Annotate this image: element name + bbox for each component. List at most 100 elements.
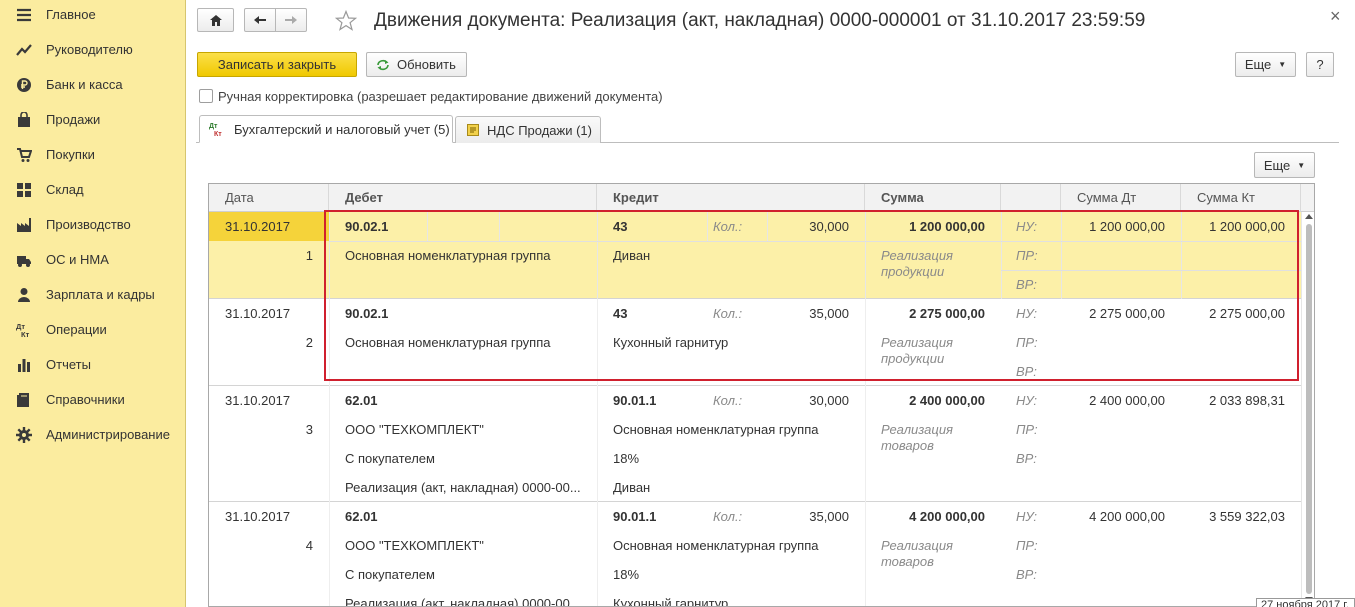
cell-sum-kt: 3 559 322,03 <box>1209 509 1285 524</box>
column-header-sum-dt[interactable]: Сумма Дт <box>1061 184 1181 212</box>
sidebar-item-10[interactable]: Дт Кт Операции <box>0 317 185 343</box>
cell-nu-label: НУ: <box>1016 509 1038 524</box>
favorite-star-icon[interactable] <box>335 10 357 32</box>
sidebar-item-label: Справочники <box>46 392 125 407</box>
shopping-bag-icon <box>16 111 32 128</box>
sidebar-item-label: Склад <box>46 182 84 197</box>
column-header-sum-kt[interactable]: Сумма Кт <box>1181 184 1301 212</box>
trend-chart-icon <box>16 42 32 58</box>
cell-qty-label: Кол.: <box>713 509 743 524</box>
help-button[interactable]: ? <box>1306 52 1334 77</box>
sidebar-item-2[interactable]: Руководителю <box>0 37 185 63</box>
date-tooltip: 27 ноября 2017 г. <box>1256 598 1355 607</box>
cell-sum: 4 200 000,00 <box>909 509 985 524</box>
cell-date: 31.10.2017 <box>225 219 291 234</box>
scrollbar-up-arrow[interactable] <box>1305 214 1313 219</box>
sidebar-item-3[interactable]: Банк и касса <box>0 72 185 98</box>
cell-row-number: 4 <box>305 538 313 553</box>
gear-icon <box>16 427 32 443</box>
arrow-left-icon <box>254 16 266 24</box>
cell-content: Реализация товаров <box>881 538 953 569</box>
home-button[interactable] <box>197 8 234 32</box>
sidebar-item-label: Продажи <box>46 112 101 127</box>
cell-credit-subconto-2: 18% <box>613 451 640 466</box>
column-header-debit[interactable]: Дебет <box>329 184 597 212</box>
cell-row-number: 1 <box>305 248 313 263</box>
sidebar-item-label: Операции <box>46 322 107 337</box>
column-header-blank <box>1001 184 1061 212</box>
cell-nu-label: НУ: <box>1016 393 1038 408</box>
book-icon <box>16 392 32 408</box>
sidebar-item-13[interactable]: Администрирование <box>0 422 185 448</box>
save-and-close-button[interactable]: Записать и закрыть <box>197 52 357 77</box>
cell-sum-kt: 2 033 898,31 <box>1209 393 1285 408</box>
sidebar-item-12[interactable]: Справочники <box>0 387 185 413</box>
sidebar-item-11[interactable]: Отчеты <box>0 352 185 378</box>
cell-pr-label: ПР: <box>1016 538 1038 553</box>
cell-pr-label: ПР: <box>1016 422 1038 437</box>
dt-kt-icon: ДтКт <box>16 322 32 339</box>
cell-credit-subconto-3: Кухонный гарнитур <box>613 596 729 607</box>
sidebar-item-label: Производство <box>46 217 131 232</box>
cell-debit-subconto-3: Реализация (акт, накладная) 0000-00... <box>345 480 581 495</box>
column-header-date[interactable]: Дата <box>209 184 329 212</box>
sidebar-item-7[interactable]: Производство <box>0 212 185 238</box>
cell-date: 31.10.2017 <box>225 509 291 524</box>
scrollbar-header <box>1301 184 1314 212</box>
tab-vat-sales[interactable]: НДС Продажи (1) <box>455 116 601 143</box>
sidebar-item-5[interactable]: Покупки <box>0 142 185 168</box>
more-button[interactable]: Еще ▼ <box>1235 52 1296 77</box>
scrollbar-thumb[interactable] <box>1306 224 1312 594</box>
cell-qty: 35,000 <box>809 509 849 524</box>
tab-accounting-label: Бухгалтерский и налоговый учет (5) <box>234 121 450 137</box>
manual-edit-checkbox[interactable] <box>199 89 213 103</box>
cell-credit-subconto-1: Основная номенклатурная группа <box>613 422 819 437</box>
cell-credit-subconto-2: 18% <box>613 567 640 582</box>
window-title: Движения документа: Реализация (акт, нак… <box>374 10 1146 31</box>
dropdown-arrow-icon: ▼ <box>1278 60 1287 69</box>
cell-debit-subconto-2: С покупателем <box>345 567 435 582</box>
sidebar-item-8[interactable]: ОС и НМА <box>0 247 185 273</box>
cell-credit-subconto-1: Основная номенклатурная группа <box>613 538 819 553</box>
column-header-sum[interactable]: Сумма <box>865 184 1001 212</box>
tab-accounting[interactable]: Дт Кт Бухгалтерский и налоговый учет (5) <box>199 115 453 143</box>
refresh-button-label: Обновить <box>397 57 456 72</box>
forward-button[interactable] <box>275 8 307 32</box>
sidebar-item-9[interactable]: Зарплата и кадры <box>0 282 185 308</box>
sidebar-item-6[interactable]: Склад <box>0 177 185 203</box>
grid-more-button-label: Еще <box>1263 157 1291 173</box>
arrow-right-icon <box>285 16 297 24</box>
cell-row-number: 3 <box>305 422 313 437</box>
manual-edit-label: Ручная корректировка (разрешает редактир… <box>218 89 663 104</box>
cell-vr-label: ВР: <box>1016 451 1037 466</box>
cell-qty: 30,000 <box>809 393 849 408</box>
sidebar-item-label: Покупки <box>46 147 95 162</box>
home-icon <box>209 14 222 26</box>
sidebar-item-1[interactable]: Главное <box>0 2 185 28</box>
refresh-button[interactable]: Обновить <box>366 52 467 77</box>
vertical-scrollbar[interactable] <box>1301 212 1314 606</box>
cell-credit-account: 90.01.1 <box>613 509 657 524</box>
cell-date: 31.10.2017 <box>225 393 291 408</box>
sidebar-item-4[interactable]: Продажи <box>0 107 185 133</box>
cell-row-number: 2 <box>305 335 313 350</box>
svg-text:Дт: Дт <box>209 123 218 130</box>
sidebar-item-label: Банк и касса <box>46 77 123 92</box>
grid-more-button[interactable]: Еще ▼ <box>1254 152 1315 178</box>
cell-vr-label: ВР: <box>1016 567 1037 582</box>
highlight-frame <box>324 210 1299 381</box>
document-movements-window: Движения документа: Реализация (акт, нак… <box>186 0 1355 607</box>
sections-sidebar: Главное Руководителю Банк и касса Продажи По… <box>0 0 186 607</box>
cell-credit-account: 90.01.1 <box>613 393 657 408</box>
cell-qty-label: Кол.: <box>713 393 743 408</box>
column-header-credit[interactable]: Кредит <box>597 184 865 212</box>
close-icon[interactable]: × <box>1330 6 1341 27</box>
sidebar-item-label: ОС и НМА <box>46 252 109 267</box>
back-button[interactable] <box>244 8 276 32</box>
sidebar-item-label: Главное <box>46 7 96 22</box>
factory-icon <box>16 217 32 233</box>
menu-icon <box>16 7 32 23</box>
cell-debit-subconto-1: ООО "ТЕХКОМПЛЕКТ" <box>345 422 484 437</box>
cell-debit-account: 62.01 <box>345 393 378 408</box>
cell-debit-subconto-1: ООО "ТЕХКОМПЛЕКТ" <box>345 538 484 553</box>
